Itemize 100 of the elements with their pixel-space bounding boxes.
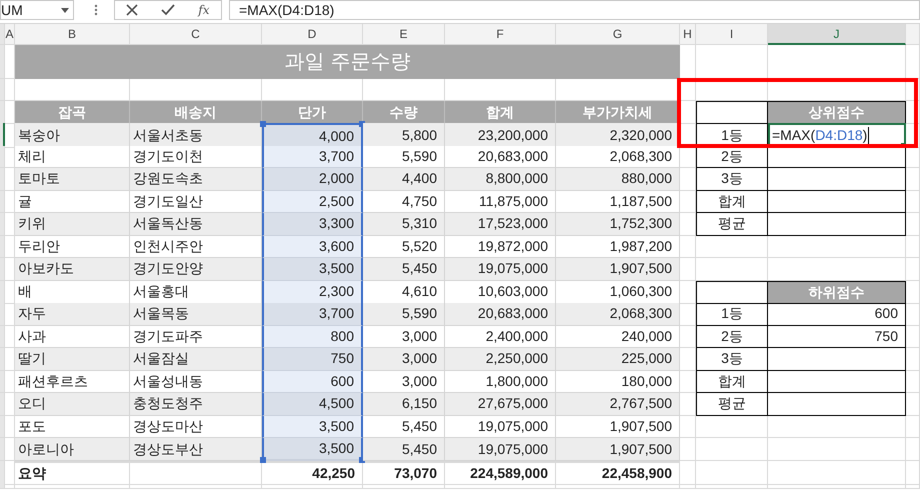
table-cell: 서울목동 — [130, 303, 262, 326]
cancel-icon[interactable] — [126, 4, 138, 16]
caret-icon[interactable] — [61, 8, 69, 12]
table-cell: 20,683,000 — [445, 303, 556, 326]
table-header: 배송지 — [130, 101, 262, 124]
value-cell[interactable] — [768, 190, 906, 213]
table-cell: 19,872,000 — [445, 236, 556, 258]
column-header[interactable]: J — [768, 24, 906, 45]
ranking-header: 하위점수 — [768, 280, 906, 304]
rank-label: 합계 — [696, 370, 768, 393]
rank-label: 2등 — [696, 146, 768, 168]
sheet-title: 과일 주문수량 — [15, 45, 680, 79]
value-cell[interactable] — [768, 146, 906, 168]
value-cell[interactable] — [768, 213, 906, 236]
column-header[interactable]: H — [680, 24, 696, 45]
selection-handle[interactable] — [260, 121, 266, 127]
table-cell: 3,700 — [262, 146, 363, 168]
table-cell: 2,767,500 — [556, 393, 680, 416]
table-cell: 3,600 — [262, 236, 363, 258]
table-cell: 5,590 — [363, 303, 445, 326]
table-cell: 5,450 — [363, 438, 445, 461]
table-cell: 귤 — [15, 190, 130, 213]
name-box[interactable]: UM — [0, 0, 74, 20]
table-cell: 4,000 — [262, 123, 363, 148]
value-cell[interactable] — [768, 168, 906, 190]
table-cell: 19,075,000 — [445, 438, 556, 461]
table-cell: 서울서초동 — [130, 123, 262, 148]
table-cell: 5,520 — [363, 236, 445, 258]
formula-field[interactable]: =MAX(D4:D18) — [229, 0, 920, 20]
column-header[interactable]: A — [5, 24, 15, 45]
table-cell: 3,500 — [262, 416, 363, 438]
rank-label: 합계 — [696, 190, 768, 213]
table-cell: 23,200,000 — [445, 123, 556, 148]
table-cell: 2,000 — [262, 168, 363, 190]
selection-handle[interactable] — [260, 457, 266, 463]
table-cell: 체리 — [15, 146, 130, 168]
summary-label: 요약 — [15, 460, 130, 484]
table-cell: 1,987,200 — [556, 236, 680, 258]
table-cell: 3,000 — [363, 370, 445, 393]
table-cell: 27,675,000 — [445, 393, 556, 416]
table-cell: 서울홍대 — [130, 280, 262, 304]
check-icon[interactable] — [161, 4, 176, 16]
select-all-corner[interactable] — [0, 24, 5, 45]
table-cell: 경상도부산 — [130, 438, 262, 461]
table-header: 단가 — [262, 101, 363, 124]
table-cell: 서울독산동 — [130, 213, 262, 236]
table-cell: 배 — [15, 280, 130, 304]
table-cell: 4,750 — [363, 190, 445, 213]
table-cell: 5,590 — [363, 146, 445, 168]
table-cell: 오디 — [15, 393, 130, 416]
empty-cell[interactable] — [768, 393, 906, 416]
empty-cell[interactable] — [768, 348, 906, 370]
table-cell: 10,603,000 — [445, 280, 556, 304]
more-icon[interactable] — [94, 4, 98, 16]
table-cell: 750 — [262, 348, 363, 370]
rank-value: 750 — [768, 326, 906, 348]
table-cell: 880,000 — [556, 168, 680, 190]
table-cell: 1,060,300 — [556, 280, 680, 304]
table-cell: 8,800,000 — [445, 168, 556, 190]
table-cell: 충청도청주 — [130, 393, 262, 416]
table-cell: 딸기 — [15, 348, 130, 370]
table-cell: 4,500 — [262, 393, 363, 416]
summary-cell: 42,250 — [262, 460, 363, 484]
table-cell: 3,700 — [262, 303, 363, 326]
text-cursor — [868, 127, 870, 144]
table-cell: 2,068,300 — [556, 303, 680, 326]
table-cell: 240,000 — [556, 326, 680, 348]
table-header: 수량 — [363, 101, 445, 124]
table-cell: 아로니아 — [15, 438, 130, 461]
table-cell: 경상도마산 — [130, 416, 262, 438]
table-cell: 경기도안양 — [130, 258, 262, 280]
table-cell: 2,500 — [262, 190, 363, 213]
table-cell: 경기도파주 — [130, 326, 262, 348]
table-cell: 1,907,500 — [556, 438, 680, 461]
table-cell: 인천시주안 — [130, 236, 262, 258]
table-cell: 225,000 — [556, 348, 680, 370]
table-cell: 경기도일산 — [130, 190, 262, 213]
table-cell: 사과 — [15, 326, 130, 348]
table-cell: 19,075,000 — [445, 416, 556, 438]
table-header: 잡곡 — [15, 101, 130, 124]
table-cell: 4,610 — [363, 280, 445, 304]
rank-label: 3등 — [696, 168, 768, 190]
rank-label: 평균 — [696, 393, 768, 416]
rank-value: 600 — [768, 303, 906, 326]
table-cell: 1,907,500 — [556, 258, 680, 280]
table-cell: 180,000 — [556, 370, 680, 393]
table-cell: 600 — [262, 370, 363, 393]
table-cell: 4,400 — [363, 168, 445, 190]
insert-function-button[interactable]: fx — [198, 1, 210, 19]
empty-cell[interactable] — [768, 370, 906, 393]
table-cell: 복숭아 — [15, 123, 130, 148]
table-cell: 두리안 — [15, 236, 130, 258]
table-header: 부가가치세 — [556, 101, 680, 124]
table-cell: 1,752,300 — [556, 213, 680, 236]
rank-label: 2등 — [696, 326, 768, 348]
table-cell: 3,000 — [363, 326, 445, 348]
table-cell: 1,187,500 — [556, 190, 680, 213]
summary-cell: 73,070 — [363, 460, 445, 484]
table-cell: 2,320,000 — [556, 123, 680, 148]
table-cell: 6,150 — [363, 393, 445, 416]
